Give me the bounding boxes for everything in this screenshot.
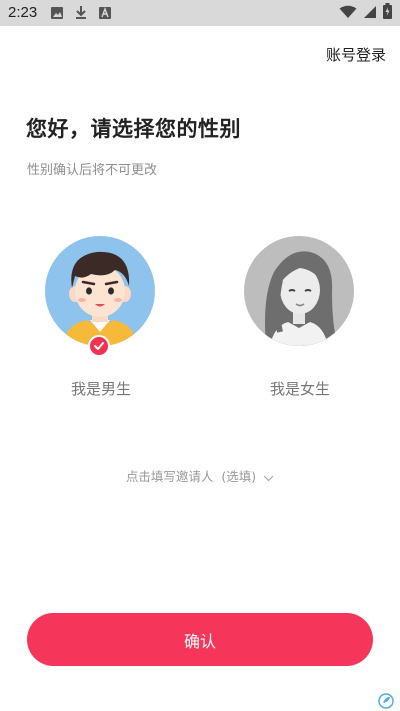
chevron-down-icon [263,470,274,485]
fill-inviter-link[interactable]: 点击填写邀请人 (选填) [0,466,400,485]
account-login-link[interactable]: 账号登录 [326,44,386,65]
watermark-logo [378,693,394,709]
signal-icon [363,4,377,23]
wifi-icon [339,4,357,23]
page-subtitle: 性别确认后将不可更改 [27,163,158,178]
status-bar: 2:23 [0,0,400,26]
female-avatar [244,236,354,346]
watermark-leaf-icon [378,693,394,709]
selected-check-icon [88,335,110,357]
image-icon [50,5,64,24]
page-title: 您好，请选择您的性别 [26,117,241,141]
status-icons [339,3,392,23]
inviter-text: 点击填写邀请人 [125,469,214,484]
status-time: 2:23 [8,4,38,21]
gender-option-male[interactable]: 我是男生 [45,236,157,398]
gender-label-male: 我是男生 [70,380,131,398]
download-icon [74,5,88,24]
inviter-optional-text: (选填) [221,469,257,484]
confirm-button[interactable]: 确认 [27,613,373,666]
battery-charging-icon [383,3,392,23]
gender-option-female[interactable]: 我是女生 [244,236,356,398]
male-avatar [45,236,155,346]
font-a-icon [98,5,112,24]
gender-label-female: 我是女生 [269,380,330,398]
